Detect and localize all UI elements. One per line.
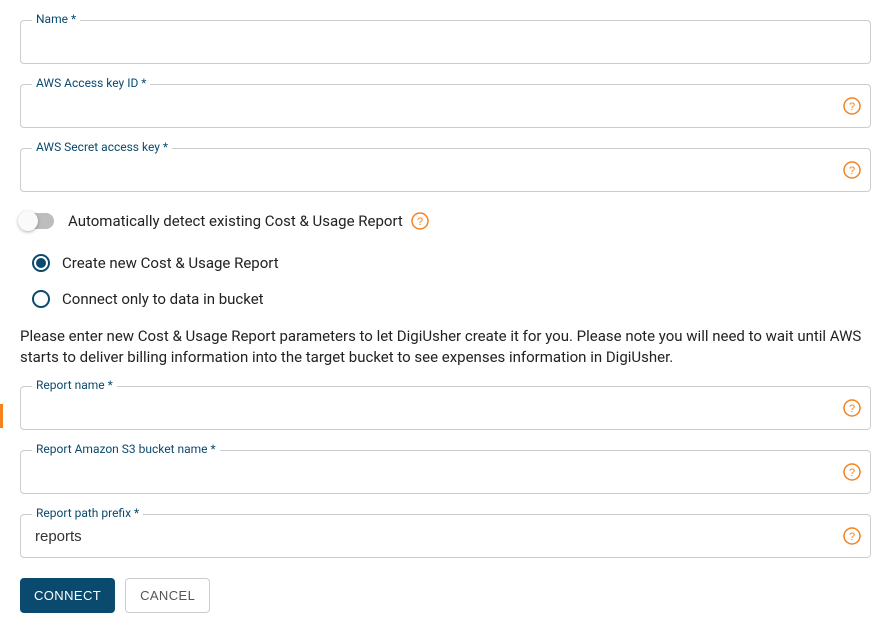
help-icon[interactable]: ?: [843, 463, 861, 481]
svg-text:?: ?: [849, 101, 855, 113]
radio-connect-label: Connect only to data in bucket: [62, 290, 264, 308]
help-icon[interactable]: ?: [843, 161, 861, 179]
report-name-input[interactable]: [20, 386, 871, 430]
radio-button-unselected: [32, 290, 50, 308]
connect-button[interactable]: CONNECT: [20, 578, 115, 613]
secret-key-label: AWS Secret access key *: [32, 140, 172, 154]
svg-text:?: ?: [849, 165, 855, 177]
auto-detect-toggle[interactable]: [20, 213, 54, 229]
help-icon[interactable]: ?: [411, 212, 429, 230]
help-icon[interactable]: ?: [843, 97, 861, 115]
access-key-input[interactable]: [20, 84, 871, 128]
button-row: CONNECT CANCEL: [20, 578, 871, 613]
toggle-knob: [18, 211, 38, 231]
secret-key-field-group: AWS Secret access key * ?: [20, 148, 871, 192]
secret-key-input[interactable]: [20, 148, 871, 192]
svg-text:?: ?: [849, 467, 855, 479]
auto-detect-row: Automatically detect existing Cost & Usa…: [20, 212, 871, 230]
svg-text:?: ?: [849, 531, 855, 543]
bucket-name-field-group: Report Amazon S3 bucket name * ?: [20, 450, 871, 494]
path-prefix-label: Report path prefix *: [32, 506, 143, 520]
description-text: Please enter new Cost & Usage Report par…: [20, 326, 871, 368]
name-input[interactable]: [20, 20, 871, 64]
svg-text:?: ?: [849, 403, 855, 415]
auto-detect-label: Automatically detect existing Cost & Usa…: [68, 212, 403, 230]
radio-create[interactable]: Create new Cost & Usage Report: [32, 254, 871, 272]
name-field-group: Name *: [20, 20, 871, 64]
svg-text:?: ?: [417, 216, 423, 228]
cancel-button[interactable]: CANCEL: [125, 578, 210, 613]
accent-strip: [0, 404, 3, 428]
name-label: Name *: [32, 12, 80, 26]
radio-button-selected: [32, 254, 50, 272]
radio-create-label: Create new Cost & Usage Report: [62, 254, 279, 272]
bucket-name-input[interactable]: [20, 450, 871, 494]
report-mode-radio-group: Create new Cost & Usage Report Connect o…: [32, 254, 871, 308]
help-icon[interactable]: ?: [843, 399, 861, 417]
radio-connect[interactable]: Connect only to data in bucket: [32, 290, 871, 308]
report-name-label: Report name *: [32, 378, 117, 392]
path-prefix-field-group: Report path prefix * ?: [20, 514, 871, 558]
path-prefix-input[interactable]: [20, 514, 871, 558]
bucket-name-label: Report Amazon S3 bucket name *: [32, 442, 220, 456]
access-key-label: AWS Access key ID *: [32, 76, 150, 90]
help-icon[interactable]: ?: [843, 527, 861, 545]
report-name-field-group: Report name * ?: [20, 386, 871, 430]
access-key-field-group: AWS Access key ID * ?: [20, 84, 871, 128]
